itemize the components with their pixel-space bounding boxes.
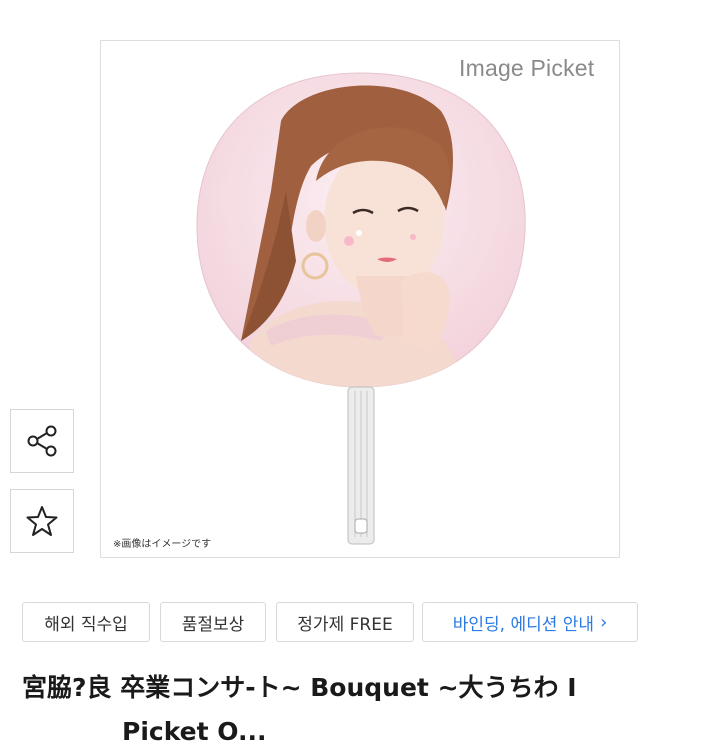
- tag-label: 해외 직수입: [44, 614, 128, 635]
- favorite-button[interactable]: [10, 489, 74, 553]
- image-watermark: Image Picket: [459, 55, 595, 81]
- tag-soldout-compensation[interactable]: 품절보상: [160, 602, 266, 642]
- product-title: 宮脇?良 卒業コンサ-ト~ Bouquet ~大うちわ I Picket O..…: [22, 666, 720, 754]
- tag-overseas-import[interactable]: 해외 직수입: [22, 602, 150, 642]
- tag-label: 바인딩, 에디션 안내: [452, 614, 595, 635]
- tag-label: 정가제 FREE: [297, 614, 393, 635]
- chevron-right-icon: ›: [600, 611, 608, 633]
- image-disclaimer: ※画像はイメージです: [113, 539, 212, 550]
- product-image: [196, 72, 526, 545]
- product-title-line1: 宮脇?良 卒業コンサ-ト~ Bouquet ~大うちわ I: [22, 673, 577, 702]
- product-image-panel: Image Picket ※画像はイメージです: [100, 40, 620, 558]
- share-button[interactable]: [10, 409, 74, 473]
- share-icon: [27, 425, 57, 457]
- tag-label: 품절보상: [181, 614, 245, 635]
- tag-binding-edition-guide[interactable]: 바인딩, 에디션 안내 ›: [422, 602, 638, 642]
- product-title-line2: Picket O...: [122, 717, 267, 746]
- star-icon: [26, 506, 58, 536]
- tag-fixed-price-free[interactable]: 정가제 FREE: [276, 602, 414, 642]
